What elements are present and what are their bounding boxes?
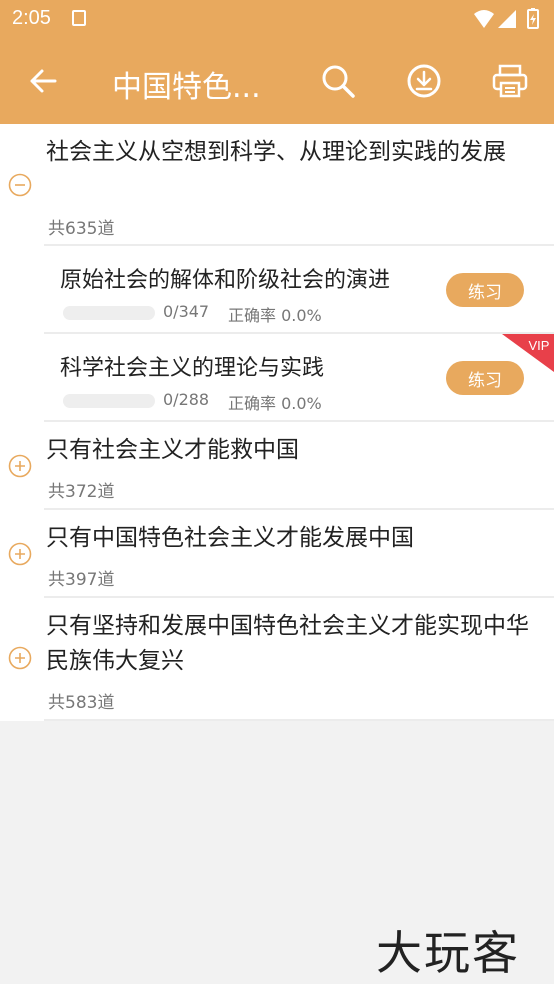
chapter-count: 共583道	[48, 693, 115, 713]
vip-label: VIP	[529, 338, 550, 353]
chapter-item[interactable]: 社会主义从空想到科学、从理论到实践的发展 共635道	[0, 124, 554, 246]
section-item[interactable]: 原始社会的解体和阶级社会的演进 0/347 正确率 0.0% 练习	[0, 246, 554, 334]
collapse-icon[interactable]	[8, 173, 32, 197]
print-icon	[492, 64, 528, 98]
chapter-count: 共372道	[48, 482, 115, 502]
expand-icon[interactable]	[8, 646, 32, 670]
wifi-icon	[474, 10, 494, 28]
chapter-item[interactable]: 只有社会主义才能救中国 共372道	[0, 422, 554, 510]
vip-badge: VIP	[502, 334, 554, 372]
chapter-count: 共397道	[48, 570, 115, 590]
status-bar: 2:05	[0, 0, 554, 38]
chapter-item[interactable]: 只有坚持和发展中国特色社会主义才能实现中华民族伟大复兴 共583道	[0, 598, 554, 721]
chapter-list: 社会主义从空想到科学、从理论到实践的发展 共635道 原始社会的解体和阶级社会的…	[0, 124, 554, 721]
status-indicators	[474, 8, 539, 29]
back-button[interactable]	[21, 59, 65, 103]
chapter-count: 共635道	[48, 219, 115, 239]
page-title: 中国特色...	[112, 70, 261, 105]
chapter-title: 只有中国特色社会主义才能发展中国	[46, 525, 414, 551]
chapter-title: 社会主义从空想到科学、从理论到实践的发展	[46, 139, 506, 165]
progress-count: 0/347	[163, 302, 210, 321]
section-title: 科学社会主义的理论与实践	[60, 356, 325, 381]
chapter-title: 只有社会主义才能救中国	[46, 437, 299, 463]
signal-icon	[498, 10, 516, 28]
expand-icon[interactable]	[8, 542, 32, 566]
download-button[interactable]	[402, 59, 446, 103]
accuracy-rate: 正确率 0.0%	[228, 394, 322, 413]
progress-bar	[63, 394, 155, 408]
app-store-icon	[72, 10, 86, 26]
section-title: 原始社会的解体和阶级社会的演进	[60, 268, 391, 293]
search-button[interactable]	[316, 59, 360, 103]
watermark: 大玩客	[376, 926, 520, 980]
progress-count: 0/288	[163, 390, 210, 409]
toolbar: 中国特色...	[0, 38, 554, 124]
print-button[interactable]	[488, 59, 532, 103]
chapter-title: 只有坚持和发展中国特色社会主义才能实现中华民族伟大复兴	[46, 613, 529, 674]
status-time: 2:05	[12, 7, 51, 29]
download-icon	[407, 64, 441, 98]
divider	[44, 719, 554, 721]
chapter-item[interactable]: 只有中国特色社会主义才能发展中国 共397道	[0, 510, 554, 598]
accuracy-rate: 正确率 0.0%	[228, 306, 322, 325]
expand-icon[interactable]	[8, 454, 32, 478]
back-arrow-icon	[30, 69, 57, 93]
progress-bar	[63, 306, 155, 320]
search-icon	[322, 65, 355, 98]
practice-button[interactable]: 练习	[446, 273, 524, 307]
section-item[interactable]: 科学社会主义的理论与实践 0/288 正确率 0.0% 练习	[0, 334, 554, 422]
